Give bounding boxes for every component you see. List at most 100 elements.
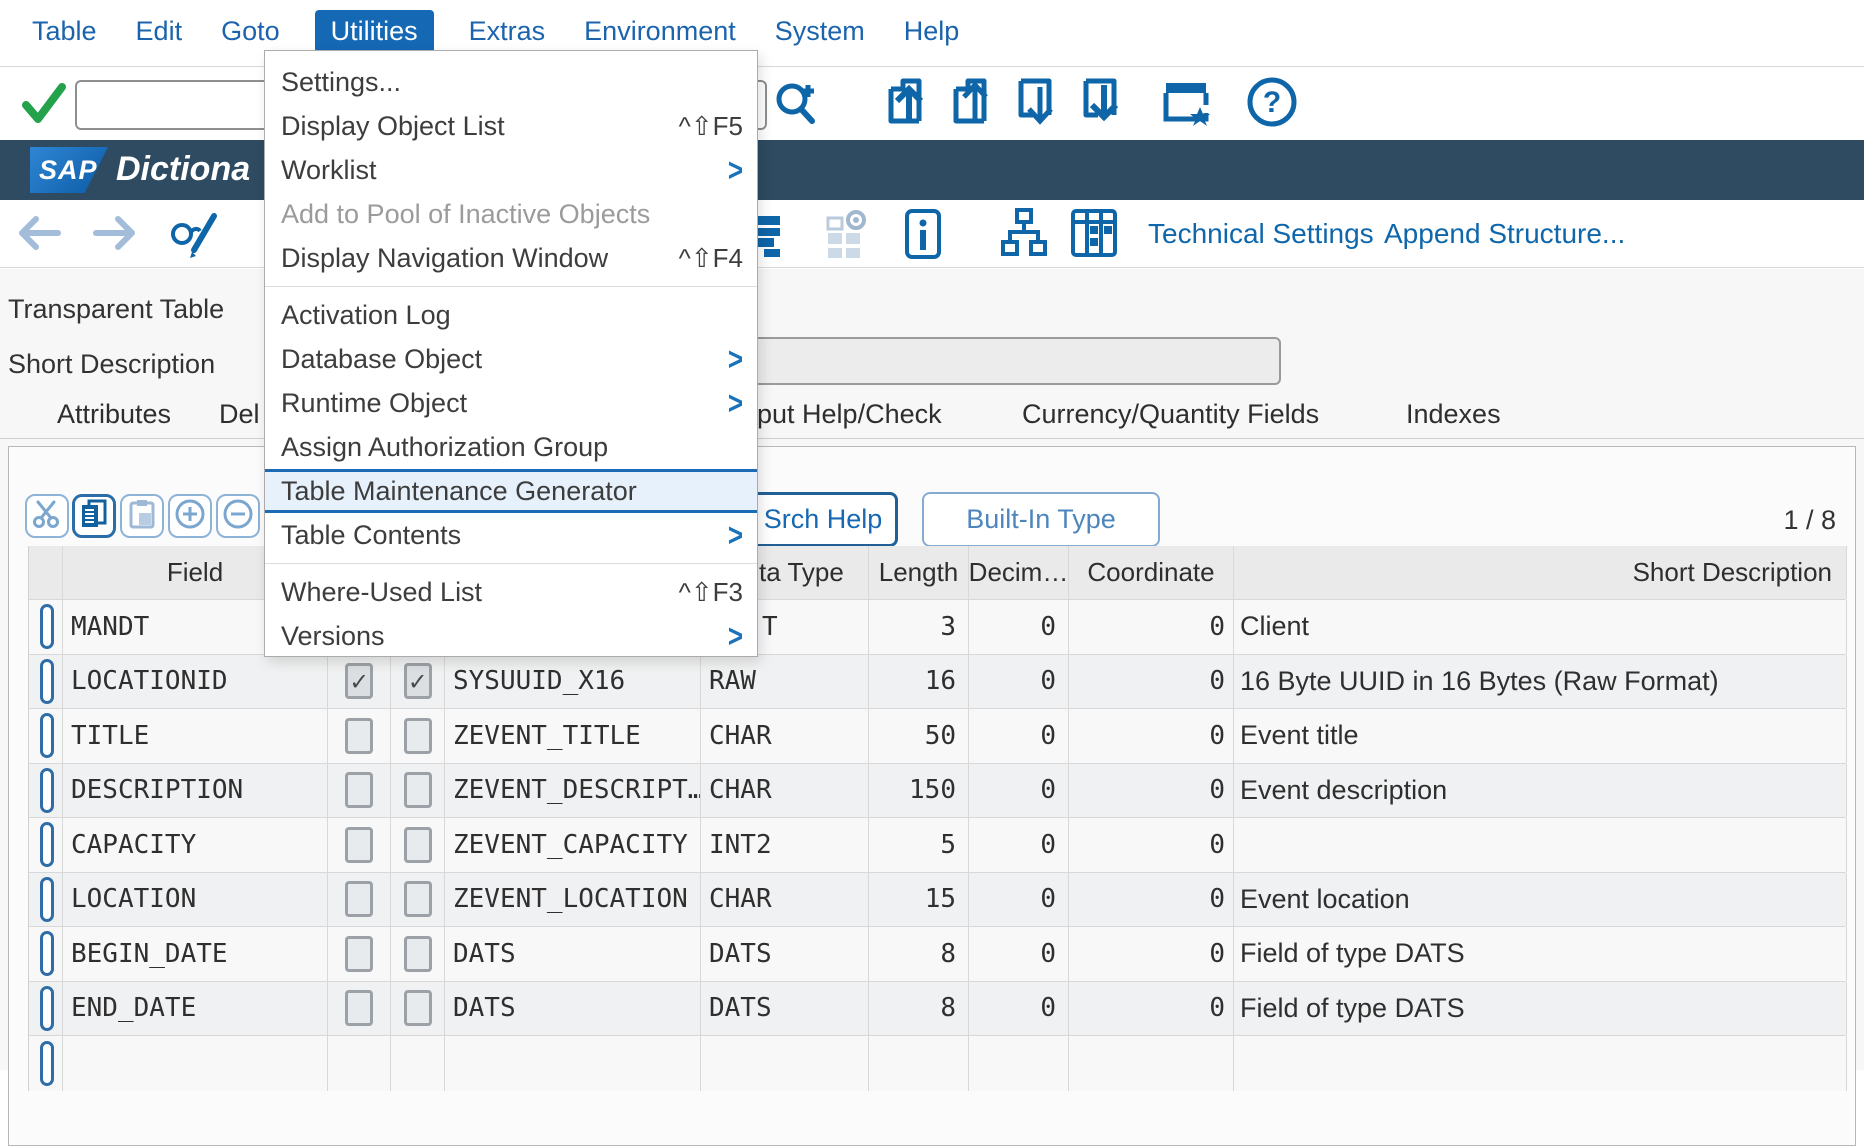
row-selector-pill[interactable] — [40, 604, 54, 649]
key-checkbox[interactable] — [345, 827, 373, 863]
back-icon[interactable] — [16, 212, 62, 259]
copy-button[interactable] — [72, 494, 116, 538]
info-icon[interactable] — [904, 208, 942, 265]
display-change-icon[interactable] — [168, 208, 222, 265]
next-page-icon[interactable] — [1013, 75, 1065, 132]
menubar-item-help[interactable]: Help — [900, 10, 964, 53]
tab-indexes[interactable]: Indexes — [1406, 399, 1501, 430]
row-selector[interactable] — [29, 709, 63, 763]
key-checkbox[interactable] — [345, 936, 373, 972]
row-selector[interactable] — [29, 818, 63, 872]
menu-item-where-used-list[interactable]: Where-Used List^⇧F3 — [265, 570, 757, 614]
initial-values-checkbox-cell[interactable] — [391, 982, 445, 1036]
menu-item-database-object[interactable]: Database Object> — [265, 337, 757, 381]
data-element-cell[interactable]: ZEVENT_CAPACITY — [445, 818, 701, 872]
forward-icon[interactable] — [92, 212, 138, 259]
menu-item-display-navigation-window[interactable]: Display Navigation Window^⇧F4 — [265, 236, 757, 280]
key-checkbox[interactable] — [345, 990, 373, 1026]
initial-values-checkbox[interactable] — [404, 990, 432, 1026]
initial-values-checkbox-cell[interactable] — [391, 873, 445, 927]
short-description-cell[interactable]: Field of type DATS — [1234, 927, 1847, 981]
row-selector[interactable] — [29, 1036, 63, 1091]
menu-item-assign-authorization-group[interactable]: Assign Authorization Group — [265, 425, 757, 469]
data-element-cell[interactable]: DATS — [445, 927, 701, 981]
row-selector-pill[interactable] — [40, 877, 54, 922]
row-selector[interactable] — [29, 764, 63, 818]
first-page-icon[interactable] — [883, 75, 935, 132]
row-selector-pill[interactable] — [40, 713, 54, 758]
key-checkbox-cell[interactable] — [328, 655, 391, 709]
menu-item-table-contents[interactable]: Table Contents> — [265, 513, 757, 557]
search-help-button[interactable]: Srch Help — [748, 492, 898, 547]
field-name-cell[interactable]: CAPACITY — [63, 818, 328, 872]
short-description-cell[interactable]: Event title — [1234, 709, 1847, 763]
initial-values-checkbox[interactable] — [404, 718, 432, 754]
check-inactive-icon[interactable] — [824, 208, 872, 265]
key-checkbox-cell[interactable] — [328, 709, 391, 763]
built-in-type-button[interactable]: Built-In Type — [922, 492, 1160, 547]
header-length[interactable]: Length — [869, 546, 969, 599]
initial-values-checkbox[interactable] — [404, 663, 432, 699]
delete-row-button[interactable] — [216, 494, 260, 538]
data-element-cell[interactable]: ZEVENT_LOCATION — [445, 873, 701, 927]
data-element-cell[interactable]: DATS — [445, 982, 701, 1036]
field-name-cell[interactable]: LOCATION — [63, 873, 328, 927]
row-selector[interactable] — [29, 655, 63, 709]
tab-currency-quantity-fields[interactable]: Currency/Quantity Fields — [1022, 399, 1319, 430]
row-selector-pill[interactable] — [40, 768, 54, 813]
header-selector[interactable] — [29, 546, 63, 599]
initial-values-checkbox-cell[interactable] — [391, 709, 445, 763]
paste-button[interactable] — [120, 494, 164, 538]
row-selector-pill[interactable] — [40, 1041, 54, 1086]
menu-item-table-maintenance-generator[interactable]: Table Maintenance Generator — [265, 469, 757, 513]
menu-item-activation-log[interactable]: Activation Log — [265, 293, 757, 337]
menubar-item-utilities[interactable]: Utilities — [315, 10, 434, 53]
field-name-cell[interactable]: END_DATE — [63, 982, 328, 1036]
hierarchy-icon[interactable] — [1000, 208, 1048, 263]
find-icon[interactable] — [770, 75, 822, 132]
short-description-cell[interactable]: Field of type DATS — [1234, 982, 1847, 1036]
row-selector[interactable] — [29, 600, 63, 654]
field-name-cell[interactable]: LOCATIONID — [63, 655, 328, 709]
ok-check-icon[interactable] — [20, 79, 68, 132]
create-shortcut-icon[interactable] — [1160, 75, 1212, 132]
short-description-cell[interactable]: Client — [1234, 600, 1847, 654]
key-checkbox[interactable] — [345, 772, 373, 808]
insert-row-button[interactable] — [168, 494, 212, 538]
row-selector[interactable] — [29, 927, 63, 981]
table-grid-icon[interactable] — [1070, 208, 1118, 263]
menu-item-settings-[interactable]: Settings... — [265, 60, 757, 104]
tab-attributes[interactable]: Attributes — [57, 399, 171, 430]
field-name-cell[interactable]: TITLE — [63, 709, 328, 763]
data-element-cell[interactable]: ZEVENT_TITLE — [445, 709, 701, 763]
field-name-cell[interactable]: DESCRIPTION — [63, 764, 328, 818]
row-selector-pill[interactable] — [40, 659, 54, 704]
short-description-cell[interactable]: Event description — [1234, 764, 1847, 818]
key-checkbox-cell[interactable] — [328, 982, 391, 1036]
initial-values-checkbox-cell[interactable] — [391, 927, 445, 981]
initial-values-checkbox[interactable] — [404, 936, 432, 972]
menu-item-display-object-list[interactable]: Display Object List^⇧F5 — [265, 104, 757, 148]
initial-values-checkbox[interactable] — [404, 772, 432, 808]
menubar-item-table[interactable]: Table — [28, 10, 101, 53]
tab-del[interactable]: Del — [219, 399, 260, 430]
row-selector[interactable] — [29, 873, 63, 927]
key-checkbox[interactable] — [345, 881, 373, 917]
last-page-icon[interactable] — [1078, 75, 1130, 132]
key-checkbox[interactable] — [345, 663, 373, 699]
key-checkbox[interactable] — [345, 718, 373, 754]
data-element-cell[interactable]: SYSUUID_X16 — [445, 655, 701, 709]
key-checkbox-cell[interactable] — [328, 873, 391, 927]
menubar-item-system[interactable]: System — [771, 10, 869, 53]
key-checkbox-cell[interactable] — [328, 818, 391, 872]
menubar-item-edit[interactable]: Edit — [132, 10, 187, 53]
initial-values-checkbox-cell[interactable] — [391, 764, 445, 818]
short-description-cell[interactable] — [1234, 818, 1847, 872]
key-checkbox-cell[interactable] — [328, 764, 391, 818]
data-element-cell[interactable]: ZEVENT_DESCRIPT… — [445, 764, 701, 818]
row-selector-pill[interactable] — [40, 986, 54, 1031]
initial-values-checkbox-cell[interactable] — [391, 655, 445, 709]
menu-item-versions[interactable]: Versions> — [265, 614, 757, 658]
short-description-cell[interactable]: Event location — [1234, 873, 1847, 927]
menubar-item-environment[interactable]: Environment — [580, 10, 740, 53]
